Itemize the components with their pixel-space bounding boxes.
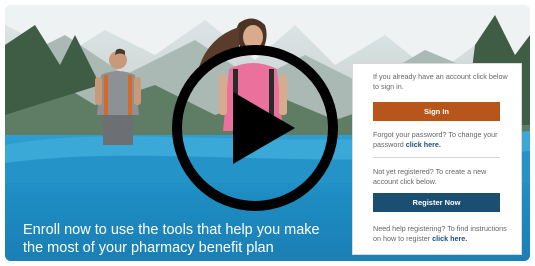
register-now-button[interactable]: Register Now bbox=[373, 193, 500, 212]
login-panel: If you already have an account click bel… bbox=[352, 63, 522, 255]
not-registered-text: Not yet registered? To create a new acco… bbox=[373, 167, 487, 186]
panel-divider bbox=[373, 157, 500, 158]
hero-tagline: Enroll now to use the tools that help yo… bbox=[23, 222, 320, 256]
play-icon[interactable] bbox=[171, 44, 339, 212]
forgot-password-link[interactable]: click here. bbox=[406, 140, 441, 149]
forgot-password-text: Forgot your password? To change your pas… bbox=[373, 130, 513, 150]
man-hiker-image bbox=[95, 48, 141, 145]
sign-in-button[interactable]: Sign In bbox=[373, 102, 500, 121]
register-help-link[interactable]: click here. bbox=[432, 234, 467, 243]
existing-account-text: If you already have an account click bel… bbox=[373, 72, 508, 91]
register-help-text: Need help registering? To find instructi… bbox=[373, 224, 513, 244]
